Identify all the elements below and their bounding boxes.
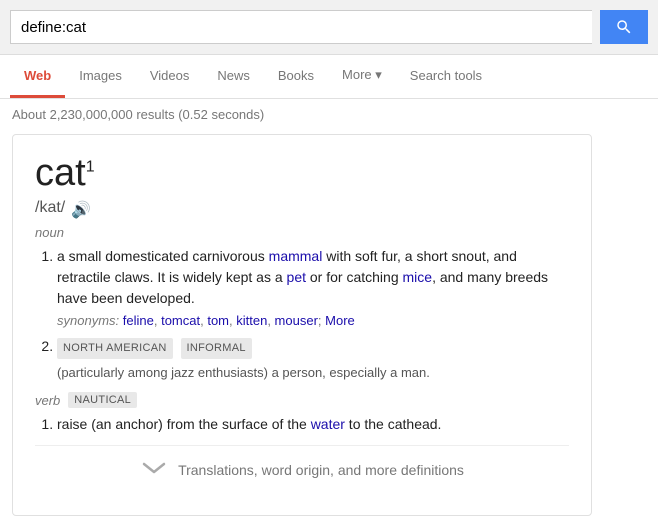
word-superscript: 1 xyxy=(86,158,95,175)
nav-tabs: Web Images Videos News Books More ▾ Sear… xyxy=(0,55,658,99)
chevron-down-icon xyxy=(140,460,168,479)
noun-definition-1: a small domesticated carnivorous mammal … xyxy=(57,246,569,331)
link-mammal[interactable]: mammal xyxy=(269,248,323,264)
tab-more[interactable]: More ▾ xyxy=(328,55,396,98)
search-bar xyxy=(0,0,658,55)
syn-mouser[interactable]: mouser xyxy=(275,313,318,328)
tab-videos[interactable]: Videos xyxy=(136,56,204,98)
noun-definition-2: North American informal (particularly am… xyxy=(57,336,569,382)
translations-text: Translations, word origin, and more defi… xyxy=(178,462,464,478)
search-button[interactable] xyxy=(600,10,648,44)
audio-icon[interactable]: 🔊 xyxy=(71,200,87,216)
link-mice[interactable]: mice xyxy=(403,269,433,285)
tab-books[interactable]: Books xyxy=(264,56,328,98)
link-pet[interactable]: pet xyxy=(287,269,306,285)
search-input[interactable] xyxy=(10,10,592,44)
tab-images[interactable]: Images xyxy=(65,56,136,98)
pronunciation-text: /kat/ xyxy=(35,199,65,217)
tab-news[interactable]: News xyxy=(203,56,264,98)
tab-search-tools[interactable]: Search tools xyxy=(396,56,496,98)
verb-label: verb xyxy=(35,393,60,408)
word-heading: cat1 xyxy=(35,153,569,195)
tab-web[interactable]: Web xyxy=(10,56,65,98)
search-icon xyxy=(615,18,633,36)
word-pronunciation: /kat/ 🔊 xyxy=(35,199,569,217)
translations-footer[interactable]: Translations, word origin, and more defi… xyxy=(35,445,569,493)
syn-more[interactable]: More xyxy=(325,313,355,328)
def-context-jazz: (particularly among jazz enthusiasts) a … xyxy=(57,363,569,383)
syn-feline[interactable]: feline xyxy=(123,313,154,328)
verb-definition-1: raise (an anchor) from the surface of th… xyxy=(57,414,569,435)
chevron-svg xyxy=(140,460,168,476)
word-text: cat xyxy=(35,152,86,194)
synonyms-label: synonyms: xyxy=(57,313,119,328)
syn-kitten[interactable]: kitten xyxy=(236,313,267,328)
badge-informal: informal xyxy=(181,338,252,359)
link-water[interactable]: water xyxy=(311,416,345,432)
badge-nautical: NAUTICAL xyxy=(68,392,137,408)
synonyms-line: synonyms: feline, tomcat, tom, kitten, m… xyxy=(57,311,569,331)
definition-card: cat1 /kat/ 🔊 noun a small domesticated c… xyxy=(12,134,592,516)
noun-label: noun xyxy=(35,225,569,240)
results-count: About 2,230,000,000 results (0.52 second… xyxy=(0,99,658,130)
verb-definitions: raise (an anchor) from the surface of th… xyxy=(57,414,569,435)
verb-section-header: verb NAUTICAL xyxy=(35,392,569,408)
syn-tomcat[interactable]: tomcat xyxy=(161,313,200,328)
syn-tom[interactable]: tom xyxy=(207,313,229,328)
noun-definitions: a small domesticated carnivorous mammal … xyxy=(57,246,569,383)
badge-north-american: North American xyxy=(57,338,173,359)
